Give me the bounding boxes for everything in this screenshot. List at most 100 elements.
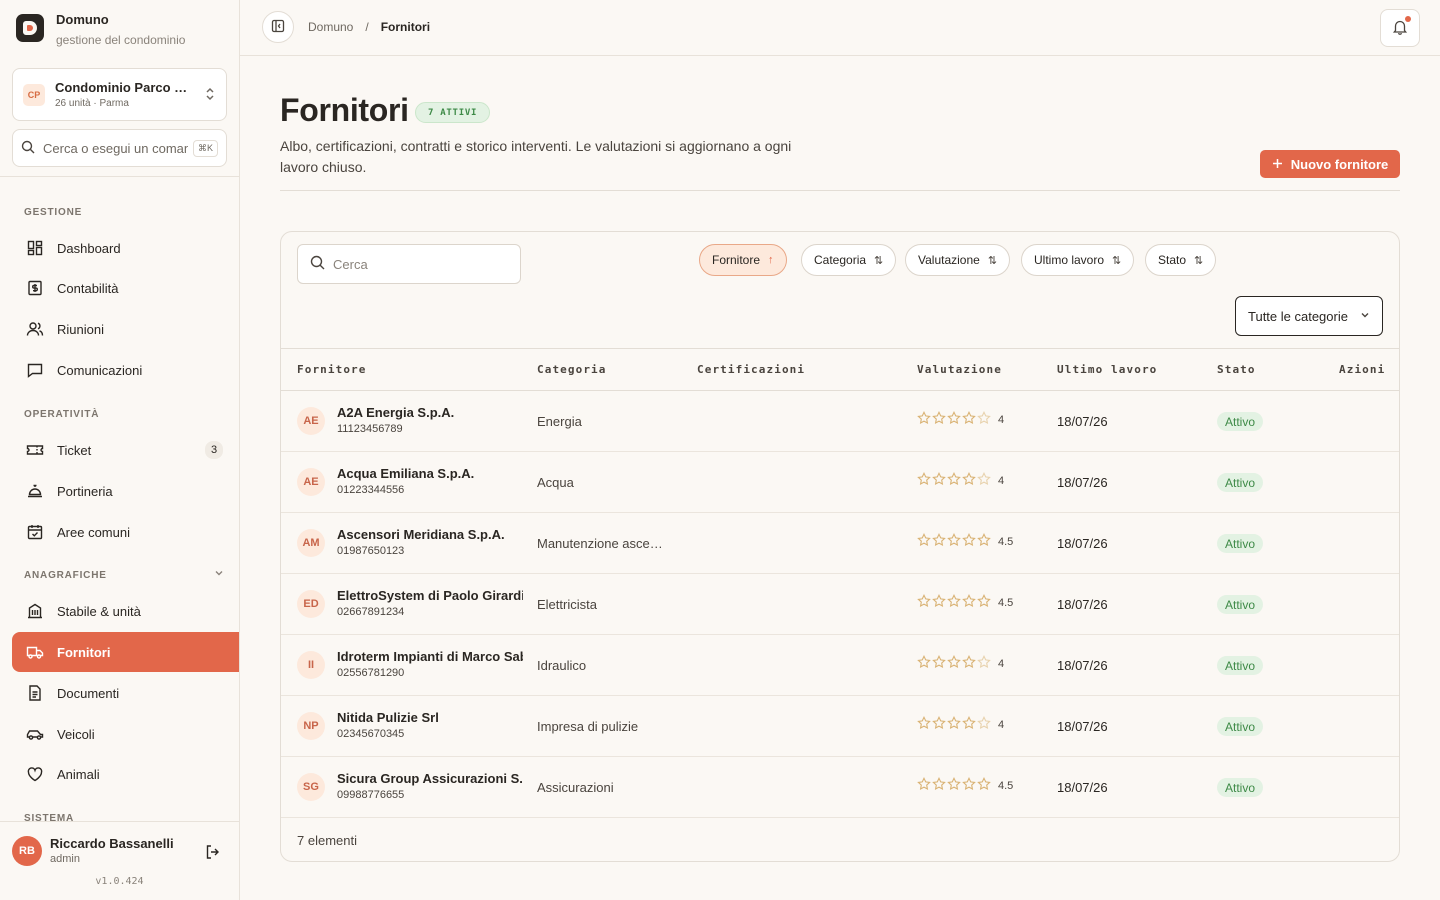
sidebar-toggle-icon — [271, 19, 285, 36]
search-box[interactable] — [297, 244, 521, 284]
star-icon — [947, 411, 961, 428]
command-search[interactable]: ⌘K — [12, 129, 227, 167]
sidebar-item-fornitori[interactable]: Fornitori — [12, 632, 239, 672]
sidebar-item-riunioni[interactable]: Riunioni — [12, 309, 239, 349]
sort-icon: ⇅ — [1194, 254, 1204, 267]
star-icon — [932, 655, 946, 672]
table-row[interactable]: AE A2A Energia S.p.A. 11123456789 Energia 4 1… — [281, 391, 1399, 452]
column-header: Certificazioni — [697, 363, 806, 376]
supplier-name[interactable]: Acqua Emiliana S.p.A. — [337, 466, 523, 481]
rating-value: 4 — [998, 657, 1005, 670]
sort-label: Stato — [1158, 253, 1187, 267]
column-header[interactable]: Valutazione — [917, 363, 1002, 376]
star-icon — [962, 594, 976, 611]
column-header[interactable]: Ultimo lavoro — [1057, 363, 1157, 376]
column-header: Azioni — [1339, 363, 1386, 376]
supplier-name[interactable]: Nitida Pulizie Srl — [337, 710, 523, 725]
table-row[interactable]: AE Acqua Emiliana S.p.A. 01223344556 Acqua 4… — [281, 452, 1399, 513]
sort-icon: ⇅ — [987, 254, 998, 267]
sort-stato[interactable]: Stato ⇅ — [1145, 244, 1217, 276]
category-filter-select[interactable]: Tutte le categorie — [1235, 296, 1383, 336]
sort-label: Ultimo lavoro — [1034, 253, 1105, 267]
rating-stars: 4.5 — [917, 533, 1013, 550]
last-job-date: 18/07/26 — [1057, 780, 1108, 795]
sidebar-item-dashboard[interactable]: Dashboard — [12, 228, 239, 268]
document-icon — [26, 684, 44, 702]
new-supplier-button[interactable]: Nuovo fornitore — [1260, 150, 1400, 178]
sidebar-item-veicoli[interactable]: Veicoli — [12, 714, 239, 754]
column-header[interactable]: Fornitore — [297, 363, 367, 376]
sidebar-item-documenti[interactable]: Documenti — [12, 673, 239, 713]
star-icon — [917, 716, 931, 733]
sidebar-item-label: Veicoli — [57, 726, 95, 742]
sidebar-item-comunicazioni[interactable]: Comunicazioni — [12, 350, 239, 390]
table-row[interactable]: NP Nitida Pulizie Srl 02345670345 Impresa d… — [281, 696, 1399, 757]
last-job-date: 18/07/26 — [1057, 597, 1108, 612]
star-icon — [932, 777, 946, 794]
rating-stars: 4.5 — [917, 594, 1013, 611]
sidebar-toggle-button[interactable] — [262, 11, 294, 43]
table-row[interactable]: ED ElettroSystem di Paolo Girardi 02667891… — [281, 574, 1399, 635]
notifications-button[interactable] — [1380, 9, 1420, 47]
star-icon — [947, 533, 961, 550]
supplier-vat: 09988776655 — [337, 789, 405, 801]
chevron-down-icon[interactable] — [214, 568, 224, 580]
supplier-vat: 02345670345 — [337, 728, 405, 740]
brand[interactable]: Domuno gestione del condominio — [16, 12, 185, 47]
column-header[interactable]: Categoria — [537, 363, 607, 376]
rating-value: 4 — [998, 474, 1005, 487]
star-icon — [962, 655, 976, 672]
breadcrumb-separator: / — [365, 20, 369, 34]
condominium-badge: CP — [23, 83, 45, 106]
search-input[interactable] — [333, 256, 503, 272]
supplier-avatar: SG — [297, 773, 325, 801]
sidebar-item-label: Stabile & unità — [57, 603, 141, 619]
sidebar-item-animali[interactable]: Animali — [12, 754, 239, 794]
condominium-switcher[interactable]: CP Condominio Parco dei Tigli 26 unità ·… — [12, 68, 227, 121]
sidebar-item-stabile[interactable]: Stabile & unità — [12, 591, 239, 631]
table-row[interactable]: SG Sicura Group Assicurazioni S.p.A. 09988… — [281, 757, 1399, 818]
building-icon — [26, 602, 44, 620]
table-row[interactable]: II Idroterm Impianti di Marco Sabatini 025… — [281, 635, 1399, 696]
status-badge: Attivo — [1217, 595, 1264, 614]
sort-ultimo-lavoro[interactable]: Ultimo lavoro ⇅ — [1021, 244, 1135, 276]
sidebar-item-portineria[interactable]: Portineria — [12, 471, 239, 511]
star-icon — [947, 716, 961, 733]
sidebar-item-ticket[interactable]: Ticket 3 — [12, 430, 239, 470]
supplier-name[interactable]: Sicura Group Assicurazioni S.p.A. — [337, 771, 523, 786]
sort-label: Fornitore — [712, 253, 761, 267]
user-role: admin — [50, 853, 80, 865]
last-job-date: 18/07/26 — [1057, 719, 1108, 734]
supplier-name[interactable]: ElettroSystem di Paolo Girardi — [337, 588, 523, 603]
star-icon — [947, 472, 961, 489]
app-version: v1.0.424 — [95, 876, 144, 887]
sidebar-item-aree-comuni[interactable]: Aree comuni — [12, 512, 239, 552]
sidebar-item-label: Contabilità — [57, 280, 119, 296]
avatar[interactable]: RB — [12, 836, 42, 866]
rating-stars: 4 — [917, 655, 1004, 672]
sort-categoria[interactable]: Categoria ⇅ — [801, 244, 897, 276]
supplier-avatar: AE — [297, 407, 325, 435]
supplier-name[interactable]: Ascensori Meridiana S.p.A. — [337, 527, 523, 542]
condominium-name: Condominio Parco dei Tigli — [55, 80, 195, 95]
star-icon — [977, 472, 991, 489]
brand-logo — [16, 14, 44, 42]
table-row[interactable]: AM Ascensori Meridiana S.p.A. 01987650123 M… — [281, 513, 1399, 574]
rating-stars: 4 — [917, 716, 1004, 733]
breadcrumb-root[interactable]: Domuno — [308, 20, 353, 34]
command-input[interactable] — [43, 140, 188, 156]
status-badge: Attivo — [1217, 778, 1264, 797]
sort-valutazione[interactable]: Valutazione ⇅ — [905, 244, 1011, 276]
supplier-vat: 01987650123 — [337, 545, 405, 557]
supplier-name[interactable]: Idroterm Impianti di Marco Sabatini — [337, 649, 523, 664]
logout-icon[interactable] — [204, 843, 222, 864]
star-icon — [962, 533, 976, 550]
accounting-icon — [26, 279, 44, 297]
sort-fornitore[interactable]: Fornitore ↑ — [699, 244, 787, 276]
rating-value: 4 — [998, 413, 1005, 426]
sidebar-item-contabilita[interactable]: Contabilità — [12, 268, 239, 308]
brand-name: Domuno — [56, 12, 109, 27]
column-header[interactable]: Stato — [1217, 363, 1256, 376]
user-name: Riccardo Bassanelli — [50, 836, 174, 851]
supplier-name[interactable]: A2A Energia S.p.A. — [337, 405, 523, 420]
